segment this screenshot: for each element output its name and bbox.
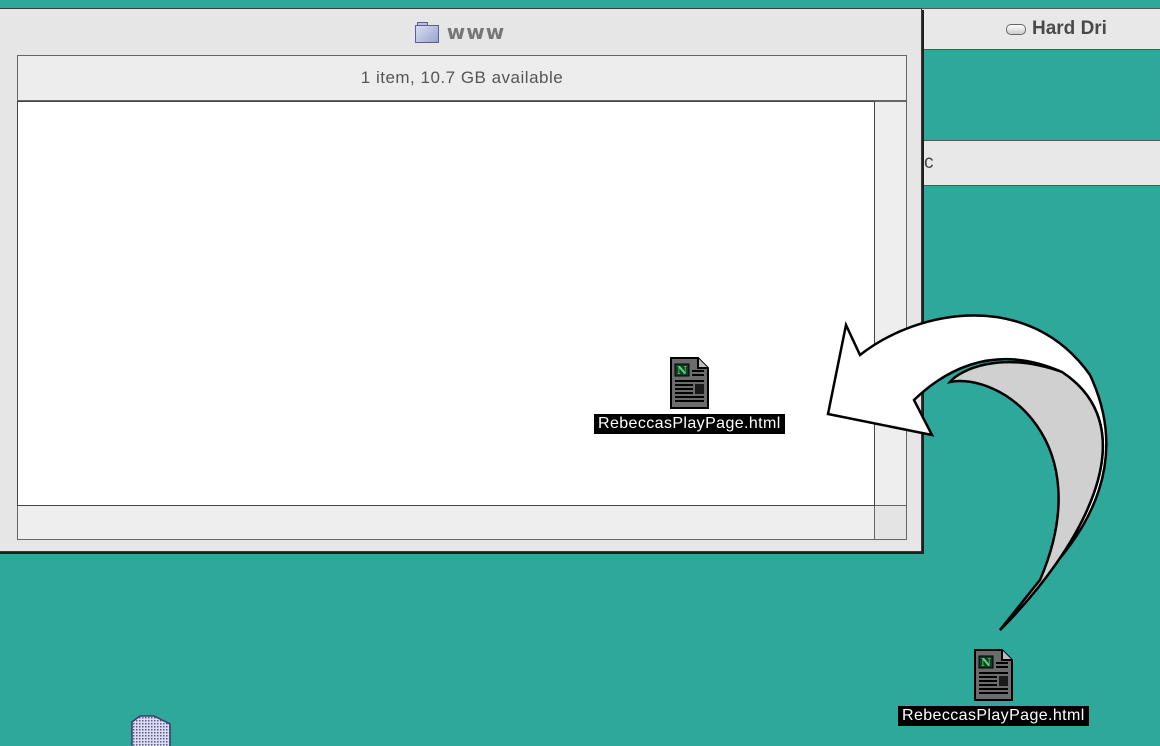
svg-text:N: N [677,364,687,377]
netscape-document-icon: N [668,356,710,410]
svg-text:N: N [981,656,991,669]
netscape-document-icon: N [972,648,1014,702]
curved-arrow-icon [826,314,1108,631]
hard-drive-window[interactable]: Hard Dri [905,8,1160,50]
desktop-file-item[interactable]: N RebeccasPlayPage.html [898,648,1089,726]
hard-drive-icon [1006,23,1026,35]
window-title-bar[interactable]: www [0,9,921,55]
horizontal-scrollbar[interactable] [17,506,875,540]
www-folder-window[interactable]: www 1 item, 10.7 GB available [0,8,922,552]
desktop-file-name-label[interactable]: RebeccasPlayPage.html [898,706,1089,726]
file-name-label[interactable]: RebeccasPlayPage.html [594,414,785,434]
hard-drive-window-title-text: Hard Dri [1032,18,1107,39]
background-window-title: c [924,152,934,173]
hard-drive-window-title: Hard Dri [1006,18,1107,40]
file-item-in-window[interactable]: N RebeccasPlayPage.html [594,356,785,434]
background-window[interactable]: c [905,140,1160,186]
window-title: www [446,20,506,44]
desktop-folder-icon[interactable] [130,714,176,746]
window-content-area[interactable] [17,101,875,506]
window-info-bar: 1 item, 10.7 GB available [17,55,907,101]
folder-icon [414,22,439,43]
